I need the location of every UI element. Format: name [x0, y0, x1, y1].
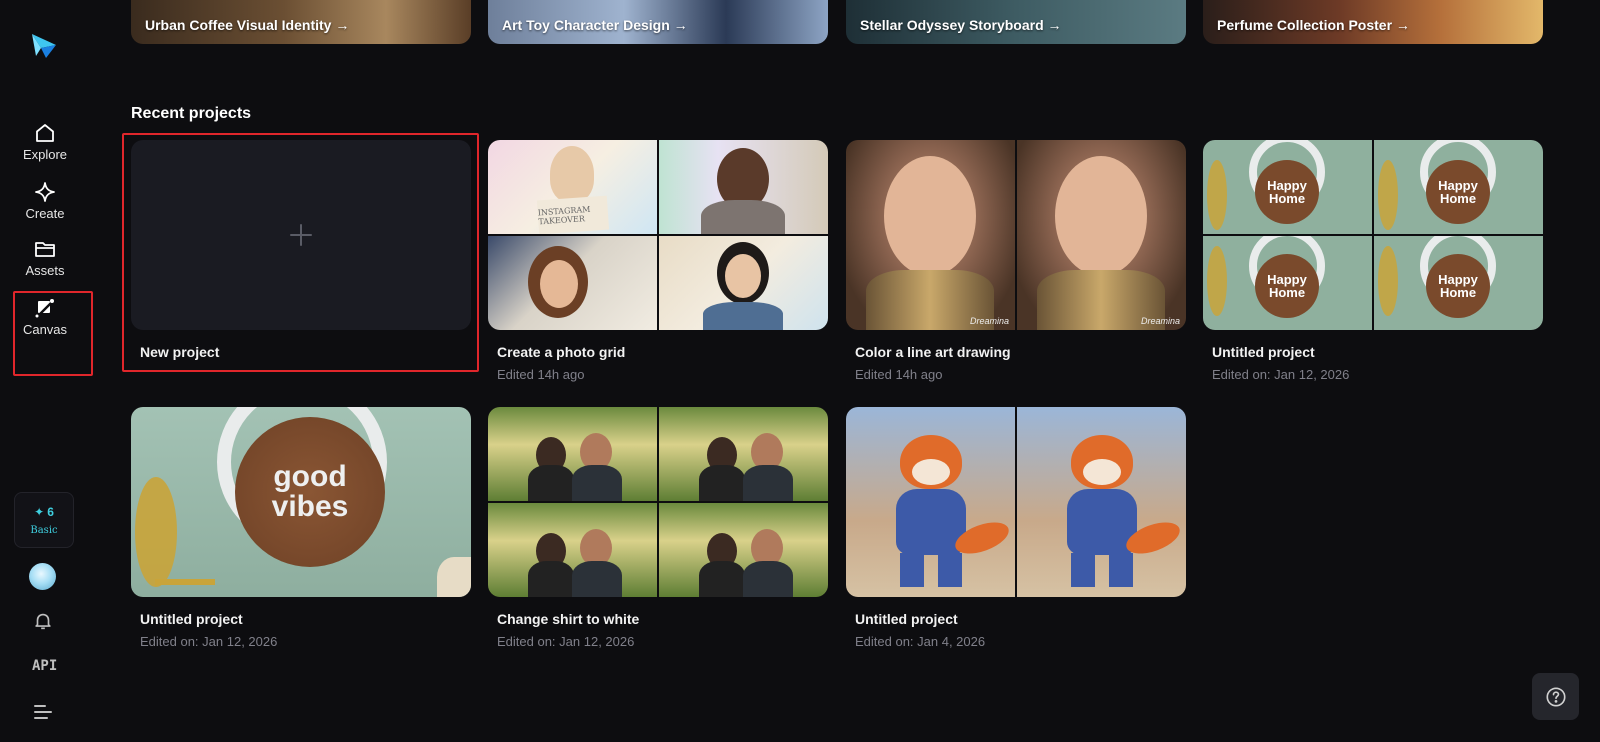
- bell-icon[interactable]: [32, 610, 54, 632]
- sidebar-item-label: Explore: [22, 147, 68, 162]
- project-thumbnail[interactable]: INSTAGRAM TAKEOVER: [488, 140, 828, 330]
- sidebar-item-label: Assets: [25, 263, 65, 278]
- api-link[interactable]: API: [32, 658, 57, 674]
- thumbnail-text: Home: [1268, 191, 1306, 206]
- project-thumbnail[interactable]: [846, 407, 1186, 597]
- sidebar-item-label: Create: [25, 206, 65, 221]
- home-icon: [36, 124, 54, 142]
- thumbnail-cell: [659, 503, 828, 597]
- watermark-text: Dreamina: [969, 316, 1009, 326]
- thumbnail-cell: [488, 407, 657, 501]
- app-logo-icon[interactable]: [28, 30, 58, 60]
- thumbnail-cell: Dreamina: [846, 140, 1015, 330]
- folder-icon: [35, 242, 55, 257]
- sidebar-item-assets[interactable]: Assets: [15, 237, 75, 289]
- sparkle-icon: [35, 182, 55, 202]
- watermark-text: Dreamina: [1140, 316, 1180, 326]
- thumbnail-cell: [1017, 407, 1186, 597]
- card-title: Untitled project: [1212, 344, 1315, 360]
- recent-projects-title: Recent projects: [131, 105, 252, 122]
- canvas-highlight-frame: [13, 291, 93, 376]
- sparkle-icon: ✦: [34, 504, 45, 519]
- avatar[interactable]: [29, 563, 56, 590]
- project-thumbnail[interactable]: [488, 407, 828, 597]
- project-card[interactable]: Happy Home Happy Home Happy Home Happy H…: [1203, 140, 1543, 382]
- banner-urban-coffee[interactable]: Urban Coffee Visual Identity →: [131, 0, 471, 44]
- card-subtitle: Edited on: Jan 12, 2026: [497, 634, 635, 649]
- project-thumbnail[interactable]: good vibes: [131, 407, 471, 597]
- thumbnail-cell: INSTAGRAM TAKEOVER: [488, 140, 657, 234]
- card-title: Change shirt to white: [497, 611, 640, 627]
- project-card[interactable]: Change shirt to white Edited on: Jan 12,…: [488, 407, 828, 649]
- credits-badge[interactable]: ✦ 6 Basic: [14, 492, 74, 548]
- credits-count: 6: [47, 504, 54, 519]
- new-project-thumbnail[interactable]: [131, 140, 471, 330]
- banner-art-toy[interactable]: Art Toy Character Design →: [488, 0, 828, 44]
- menu-icon[interactable]: [33, 703, 53, 721]
- project-thumbnail[interactable]: Happy Home Happy Home Happy Home Happy H…: [1203, 140, 1543, 330]
- thumbnail-cell: Dreamina: [1017, 140, 1186, 330]
- card-subtitle: Edited 14h ago: [497, 367, 585, 382]
- thumbnail-cell: Happy Home: [1374, 140, 1543, 234]
- project-card[interactable]: Dreamina Dreamina Color a line art drawi…: [846, 140, 1186, 382]
- thumbnail-cell: [488, 503, 657, 597]
- sidebar-item-explore[interactable]: Explore: [15, 121, 75, 173]
- banner-perfume-poster[interactable]: Perfume Collection Poster →: [1203, 0, 1543, 44]
- thumbnail-text: Home: [1268, 285, 1306, 300]
- thumbnail-text: Home: [1439, 285, 1477, 300]
- plan-label: Basic: [30, 524, 58, 536]
- card-title: New project: [140, 344, 220, 360]
- project-thumbnail[interactable]: Dreamina Dreamina: [846, 140, 1186, 330]
- thumbnail-cell: [659, 140, 828, 234]
- card-subtitle: Edited on: Jan 12, 2026: [140, 634, 278, 649]
- project-card[interactable]: good vibes Untitled project Edited on: J…: [131, 407, 471, 649]
- thumbnail-cell: Happy Home: [1203, 236, 1372, 330]
- new-project-card[interactable]: New project: [131, 140, 471, 360]
- thumbnail-cell: [659, 236, 828, 330]
- thumbnail-cell: Happy Home: [1203, 140, 1372, 234]
- project-card[interactable]: Untitled project Edited on: Jan 4, 2026: [846, 407, 1186, 649]
- banner-label: Art Toy Character Design →: [502, 17, 688, 33]
- banner-stellar-odyssey[interactable]: Stellar Odyssey Storyboard →: [846, 0, 1186, 44]
- thumbnail-text: good: [273, 460, 347, 493]
- thumbnail-text: vibes: [271, 490, 349, 523]
- card-subtitle: Edited on: Jan 12, 2026: [1212, 367, 1350, 382]
- thumbnail-sign-text: INSTAGRAM TAKEOVER: [537, 204, 591, 227]
- project-card[interactable]: INSTAGRAM TAKEOVER Create a photo grid E…: [488, 140, 828, 382]
- question-icon: [1545, 686, 1566, 707]
- banner-label: Stellar Odyssey Storyboard →: [860, 17, 1062, 33]
- thumbnail-cell: [846, 407, 1015, 597]
- thumbnail-cell: [488, 236, 657, 330]
- card-title: Color a line art drawing: [855, 344, 1011, 360]
- banner-label: Perfume Collection Poster →: [1217, 17, 1410, 33]
- card-title: Untitled project: [855, 611, 958, 627]
- thumbnail-cell: [659, 407, 828, 501]
- help-button[interactable]: [1532, 673, 1579, 720]
- card-subtitle: Edited 14h ago: [855, 367, 943, 382]
- banner-label: Urban Coffee Visual Identity →: [145, 17, 350, 33]
- card-title: Create a photo grid: [497, 344, 626, 360]
- sidebar: Explore Create Assets Canvas ✦ 6 Basic A…: [0, 0, 93, 742]
- sidebar-item-create[interactable]: Create: [15, 180, 75, 232]
- thumbnail-text: Home: [1439, 191, 1477, 206]
- plus-icon: [290, 224, 312, 246]
- thumbnail-cell: Happy Home: [1374, 236, 1543, 330]
- card-subtitle: Edited on: Jan 4, 2026: [855, 634, 986, 649]
- card-title: Untitled project: [140, 611, 243, 627]
